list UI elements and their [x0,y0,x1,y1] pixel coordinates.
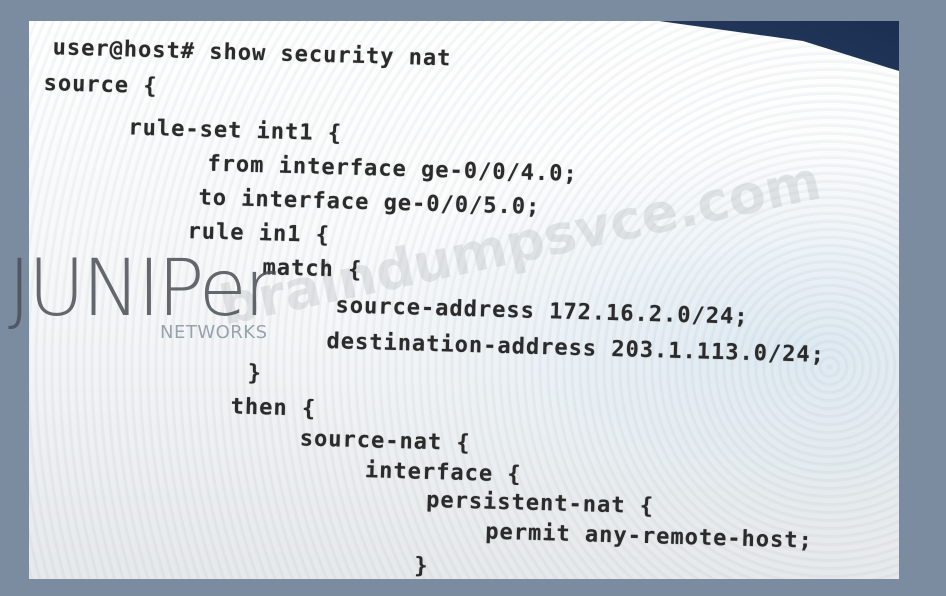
code-line: to interface ge-0/0/5.0; [198,185,541,220]
juniper-networks-text: NETWORKS [160,322,268,343]
code-line: user@host# show security nat [52,35,452,72]
code-line: from interface ge-0/0/4.0; [207,151,579,187]
code-line: source { [43,71,158,100]
code-line: then { [230,394,317,422]
code-line: interface { [364,458,522,488]
code-line: } [413,553,429,579]
background-corner [659,21,899,71]
code-line: destination-address 203.1.113.0/24; [326,329,826,368]
code-line: match { [262,255,363,284]
code-line: source-address 172.16.2.0/24; [335,293,749,330]
code-line: } [247,360,263,387]
juniper-logo: JUNIPer [8,244,276,334]
code-line: permit any-remote-host; [484,519,814,554]
code-line: persistent-nat { [425,487,655,520]
code-line: rule-set int1 { [128,115,343,147]
code-line: source-nat { [299,426,472,457]
